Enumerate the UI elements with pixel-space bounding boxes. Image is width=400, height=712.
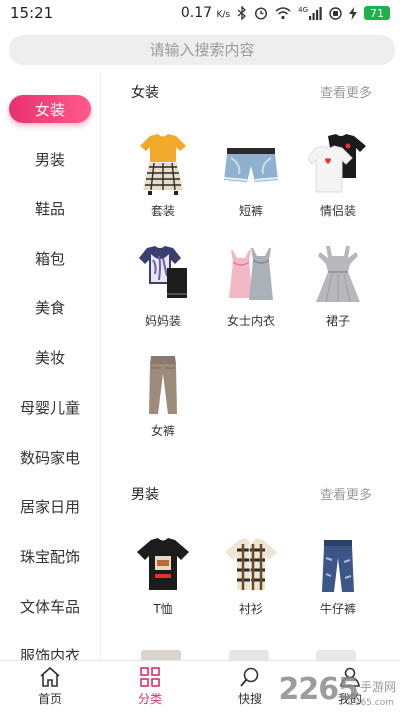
sidebar-item-label: 箱包 <box>34 249 65 268</box>
product-category-shorts[interactable]: 短裤 <box>211 134 291 234</box>
product-category-women-underwear[interactable]: 女士内衣 <box>211 244 291 344</box>
product-category-jeans[interactable]: 牛仔裤 <box>298 538 378 638</box>
sidebar-item-underwear[interactable]: 服饰内衣 <box>0 640 100 661</box>
dress-icon <box>316 246 360 303</box>
watermark-site: 手游网 <box>359 680 396 694</box>
product-label: 情侣装 <box>319 204 356 218</box>
search-bar <box>9 35 395 65</box>
site-watermark: 2265 手游网 2265.com <box>276 672 397 709</box>
product-label: 女士内衣 <box>226 314 275 328</box>
bluetooth-icon <box>237 6 247 20</box>
section-header-men: 男装 查看更多 <box>101 484 400 504</box>
next-row-thumbnail <box>141 650 181 660</box>
status-bar: 15:21 0.17 K/s 4G 71 <box>0 0 400 26</box>
sidebar-item-baby-kids[interactable]: 母婴儿童 <box>0 392 100 422</box>
product-category-mom-wear[interactable]: 妈妈装 <box>123 244 203 344</box>
see-more-link[interactable]: 查看更多 <box>320 484 372 503</box>
tab-label: 快搜 <box>237 692 262 706</box>
product-label: 女裤 <box>150 424 175 438</box>
signal-bars-icon <box>309 6 322 20</box>
sidebar-item-bags[interactable]: 箱包 <box>0 243 100 273</box>
trousers-icon <box>149 356 177 414</box>
data-saver-icon <box>329 6 342 20</box>
jeans-icon <box>322 540 354 592</box>
sidebar-item-label: 珠宝配饰 <box>19 547 80 566</box>
product-label: 妈妈装 <box>144 314 181 328</box>
sidebar-item-label: 美妆 <box>34 348 65 367</box>
sidebar-item-women[interactable]: 女装 <box>0 94 100 124</box>
sidebar-item-shoes[interactable]: 鞋品 <box>0 193 100 223</box>
signal-indicator: 4G <box>298 6 322 20</box>
product-label: 短裤 <box>238 204 263 218</box>
sidebar-item-jewelry[interactable]: 珠宝配饰 <box>0 541 100 571</box>
product-category-tshirts[interactable]: T恤 <box>123 538 203 638</box>
category-grid-icon <box>140 667 160 687</box>
product-category-women-pants[interactable]: 女裤 <box>123 354 203 454</box>
tab-label: 首页 <box>37 692 62 706</box>
tshirt-icon <box>137 538 189 590</box>
sidebar-item-label: 数码家电 <box>19 448 80 467</box>
clock-time: 15:21 <box>10 4 54 22</box>
sidebar-item-label: 美食 <box>34 298 65 317</box>
watermark-brand: 2265 <box>278 672 359 707</box>
shorts-icon <box>223 148 279 182</box>
sidebar-item-food[interactable]: 美食 <box>0 292 100 322</box>
tab-home[interactable]: 首页 <box>0 661 100 712</box>
sidebar-item-label: 居家日用 <box>19 497 80 516</box>
product-category-outfit-set[interactable]: 套装 <box>123 134 203 234</box>
next-row-thumbnail <box>229 650 269 660</box>
sidebar-item-beauty[interactable]: 美妆 <box>0 342 100 372</box>
next-row-thumbnail <box>316 650 356 660</box>
sidebar-item-men[interactable]: 男装 <box>0 144 100 174</box>
tab-label: 分类 <box>137 692 162 706</box>
section-title: 女装 <box>131 85 159 101</box>
category-sidebar: 女装 男装 鞋品 箱包 美食 美妆 母婴儿童 数码家电 居家日用 珠宝配饰 文体… <box>0 72 101 660</box>
couple-tshirt-icon <box>308 134 366 193</box>
product-category-shirts[interactable]: 衬衫 <box>211 538 291 638</box>
product-label: 裙子 <box>325 314 350 328</box>
product-label: 套装 <box>150 204 175 218</box>
mom-outfit-icon <box>139 246 187 298</box>
sidebar-item-label: 鞋品 <box>34 199 65 218</box>
alarm-icon <box>255 7 268 20</box>
product-category-couple-wear[interactable]: 情侣装 <box>298 134 378 234</box>
sidebar-item-home[interactable]: 居家日用 <box>0 491 100 521</box>
net-speed: 0.17 K/s <box>180 5 231 21</box>
product-label: T恤 <box>153 602 173 616</box>
see-more-link[interactable]: 查看更多 <box>320 82 372 101</box>
watermark-domain: 2265.com <box>349 698 394 708</box>
sidebar-item-sports-auto[interactable]: 文体车品 <box>0 591 100 621</box>
sidebar-item-electronics[interactable]: 数码家电 <box>0 442 100 472</box>
product-label: 衬衫 <box>238 602 263 616</box>
camisole-icon <box>229 248 273 300</box>
status-icons: 0.17 K/s 4G 71 <box>181 5 390 21</box>
product-category-skirts[interactable]: 裙子 <box>298 244 378 344</box>
section-header-women: 女装 查看更多 <box>101 82 400 102</box>
search-icon <box>240 667 259 687</box>
plaid-shirt-icon <box>225 538 277 591</box>
section-title: 男装 <box>131 487 159 503</box>
sidebar-item-label: 服饰内衣 <box>19 646 80 661</box>
category-content: 女装 查看更多 套装 短裤 情侣装 妈妈装 女士内衣 裙子 女裤 男装 查看更多… <box>101 72 400 660</box>
battery-level: 71 <box>364 6 390 20</box>
sidebar-item-label: 母婴儿童 <box>19 398 80 417</box>
product-label: 牛仔裤 <box>319 602 356 616</box>
tab-category[interactable]: 分类 <box>100 661 200 712</box>
charging-icon <box>349 6 357 20</box>
outfit-set-icon <box>140 134 186 195</box>
home-icon <box>40 666 60 687</box>
sidebar-item-label: 文体车品 <box>19 597 80 616</box>
wifi-icon <box>275 6 291 19</box>
sidebar-item-label: 女装 <box>9 95 91 123</box>
search-input[interactable] <box>9 35 395 65</box>
sidebar-item-label: 男装 <box>34 150 65 169</box>
